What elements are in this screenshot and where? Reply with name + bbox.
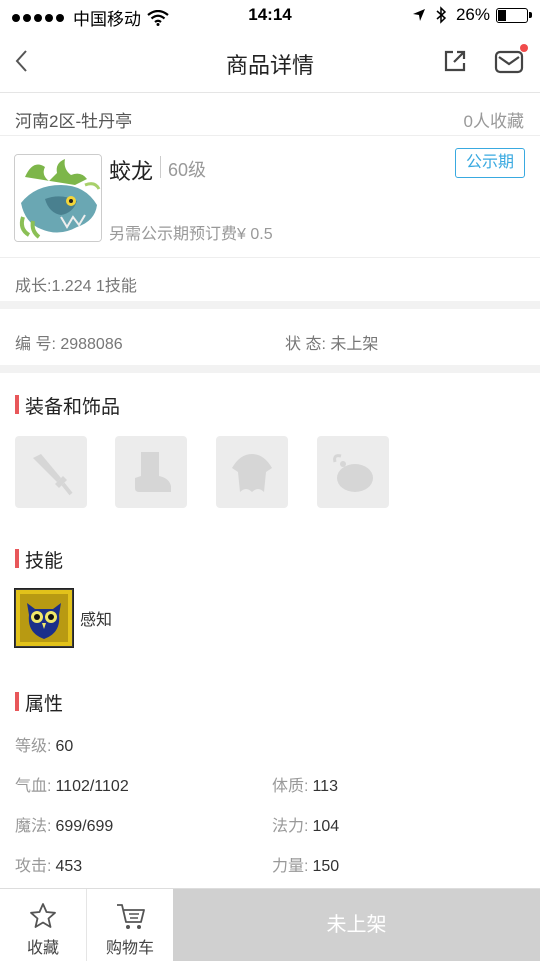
attr-value: 113	[312, 778, 338, 795]
growth-row: 成长:1.224 1技能	[0, 257, 540, 302]
attr-hp: 气血: 1102/1102	[15, 772, 129, 796]
attr-value: 699/699	[55, 818, 114, 835]
star-icon	[30, 903, 56, 928]
sword-icon	[33, 454, 73, 496]
status-badge[interactable]: 公示期	[455, 148, 525, 178]
battery-fill	[498, 9, 506, 21]
favorite-button[interactable]: 收藏	[0, 889, 87, 961]
skill-item[interactable]	[14, 588, 74, 648]
equipment-slot-weapon[interactable]	[15, 436, 87, 508]
attr-level: 等级: 60	[15, 732, 73, 756]
equipment-section-title: 装备和饰品	[15, 392, 120, 419]
attr-magic: 法力: 104	[272, 812, 339, 836]
attr-label: 气血:	[15, 778, 52, 795]
favorite-count: 0人收藏	[463, 112, 524, 131]
bottom-action-bar: 收藏 购物车 未上架	[0, 888, 540, 961]
attr-label: 攻击:	[15, 858, 52, 875]
not-listed-button[interactable]: 未上架	[173, 889, 540, 961]
equipment-slot-accessory[interactable]	[317, 436, 389, 508]
share-icon[interactable]	[440, 46, 470, 76]
notification-dot	[520, 44, 528, 52]
bluetooth-icon	[436, 6, 447, 24]
item-status: 状 态: 未上架	[285, 336, 379, 353]
pet-name: 蛟龙	[109, 159, 154, 184]
server-row: 河南2区-牡丹亭 0人收藏	[0, 93, 540, 136]
mail-button[interactable]	[494, 44, 528, 76]
item-id: 编 号: 2988086	[15, 336, 123, 353]
battery-icon	[496, 7, 532, 23]
boot-icon	[135, 452, 171, 492]
pet-summary: 蛟龙 60级 公示期 另需公示期预订费¥ 0.5	[0, 136, 540, 256]
attr-value: 104	[312, 818, 340, 835]
reservation-fee: 另需公示期预订费¥ 0.5	[109, 226, 273, 243]
pet-avatar	[14, 154, 102, 242]
skills-section-title: 技能	[15, 546, 63, 573]
attr-strength: 力量: 150	[272, 852, 339, 876]
attr-attack: 攻击: 453	[15, 852, 82, 876]
attr-value: 453	[55, 858, 83, 875]
equipment-slot-boots[interactable]	[115, 436, 187, 508]
section-gap	[0, 301, 540, 309]
attr-value: 150	[312, 858, 340, 875]
dragon-image	[15, 155, 101, 241]
attr-mp: 魔法: 699/699	[15, 812, 113, 836]
attr-value: 1102/1102	[55, 778, 129, 795]
battery-percent: 26%	[455, 5, 490, 24]
equipment-slot-armor[interactable]	[216, 436, 288, 508]
server-name: 河南2区-牡丹亭	[15, 112, 133, 131]
attr-label: 力量:	[272, 858, 309, 875]
pet-level: 60级	[168, 160, 207, 180]
attr-label: 等级:	[15, 738, 52, 755]
pouch-icon	[333, 454, 373, 492]
navigation-bar: 商品详情	[0, 30, 540, 93]
cart-label: 购物车	[105, 940, 154, 957]
growth-text: 成长:1.224 1技能	[15, 278, 137, 295]
attr-label: 魔法:	[15, 818, 52, 835]
attributes-section-title: 属性	[15, 689, 63, 716]
section-gap	[0, 365, 540, 373]
attr-constitution: 体质: 113	[272, 772, 338, 796]
skill-name: 感知	[80, 612, 113, 629]
attr-label: 体质:	[272, 778, 309, 795]
attr-label: 法力:	[272, 818, 309, 835]
favorite-label: 收藏	[26, 940, 59, 957]
status-bar: 中国移动 14:14 26%	[0, 0, 540, 30]
cart-icon	[117, 904, 145, 929]
id-row: 编 号: 2988086 状 态: 未上架	[0, 309, 540, 365]
location-arrow-icon	[412, 9, 425, 21]
owl-icon	[16, 590, 72, 646]
attr-value: 60	[55, 738, 74, 755]
mail-icon	[494, 50, 524, 74]
divider	[160, 156, 161, 178]
cart-button[interactable]: 购物车	[87, 889, 173, 961]
status-bar-right: 26%	[412, 5, 532, 25]
armor-icon	[232, 454, 272, 492]
